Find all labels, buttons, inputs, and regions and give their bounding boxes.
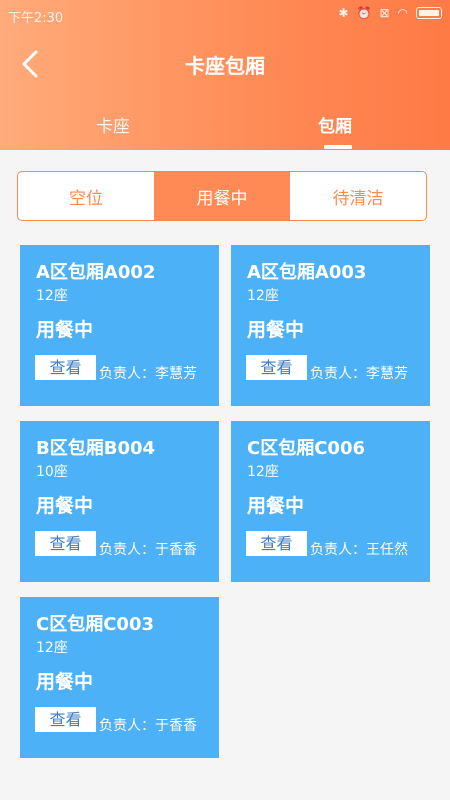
room-name: A区包厢A003 bbox=[247, 262, 367, 283]
room-name: B区包厢B004 bbox=[36, 438, 156, 459]
room-status: 用餐中 bbox=[247, 495, 305, 517]
segment-vacant[interactable]: 空位 bbox=[18, 172, 154, 220]
signal-icon: ⊠ bbox=[379, 6, 390, 20]
page-title: 卡座包厢 bbox=[185, 54, 265, 78]
room-seats: 10座 bbox=[36, 464, 68, 480]
segment-dining[interactable]: 用餐中 bbox=[154, 172, 290, 220]
room-card[interactable]: C区包厢C003 12座 用餐中 查看 负责人：于香香 bbox=[20, 597, 219, 758]
status-filter-segment: 空位 用餐中 待清洁 bbox=[17, 171, 427, 221]
room-card[interactable]: A区包厢A003 12座 用餐中 查看 负责人：李慧芳 bbox=[231, 245, 430, 406]
room-card[interactable]: B区包厢B004 10座 用餐中 查看 负责人：于香香 bbox=[20, 421, 219, 582]
room-manager: 负责人：李慧芳 bbox=[99, 366, 197, 382]
wifi-icon: ◠ bbox=[397, 6, 408, 20]
view-button[interactable]: 查看 bbox=[35, 707, 96, 732]
room-name: C区包厢C003 bbox=[36, 614, 154, 635]
segment-cleaning[interactable]: 待清洁 bbox=[290, 172, 426, 220]
room-seats: 12座 bbox=[36, 288, 68, 304]
room-manager: 负责人：李慧芳 bbox=[310, 366, 408, 382]
room-name: C区包厢C006 bbox=[247, 438, 365, 459]
room-seats: 12座 bbox=[247, 288, 279, 304]
room-status: 用餐中 bbox=[247, 319, 305, 341]
room-seats: 12座 bbox=[36, 640, 68, 656]
status-bar: 下午2:30 ✱ ⏰ ⊠ ◠ bbox=[0, 0, 450, 30]
tab-baoxiang[interactable]: 包厢 bbox=[318, 112, 352, 137]
room-card[interactable]: A区包厢A002 12座 用餐中 查看 负责人：李慧芳 bbox=[20, 245, 219, 406]
view-button[interactable]: 查看 bbox=[35, 355, 96, 380]
room-name: A区包厢A002 bbox=[36, 262, 156, 283]
view-button[interactable]: 查看 bbox=[246, 355, 307, 380]
status-icons: ✱ ⏰ ⊠ ◠ bbox=[338, 6, 442, 20]
room-status: 用餐中 bbox=[36, 319, 94, 341]
room-manager: 负责人：于香香 bbox=[99, 542, 197, 558]
tab-kazuo[interactable]: 卡座 bbox=[96, 112, 130, 137]
room-manager: 负责人：于香香 bbox=[99, 718, 197, 734]
tab-indicator bbox=[324, 145, 352, 149]
bluetooth-icon: ✱ bbox=[338, 6, 349, 20]
status-time: 下午2:30 bbox=[8, 11, 64, 26]
battery-icon bbox=[416, 7, 442, 19]
room-manager: 负责人：王任然 bbox=[310, 542, 408, 558]
room-seats: 12座 bbox=[247, 464, 279, 480]
view-button[interactable]: 查看 bbox=[246, 531, 307, 556]
room-card[interactable]: C区包厢C006 12座 用餐中 查看 负责人：王任然 bbox=[231, 421, 430, 582]
app-header: 下午2:30 ✱ ⏰ ⊠ ◠ 卡座包厢 卡座 包厢 bbox=[0, 0, 450, 150]
room-status: 用餐中 bbox=[36, 495, 94, 517]
view-button[interactable]: 查看 bbox=[35, 531, 96, 556]
room-status: 用餐中 bbox=[36, 671, 94, 693]
alarm-icon: ⏰ bbox=[356, 6, 372, 20]
